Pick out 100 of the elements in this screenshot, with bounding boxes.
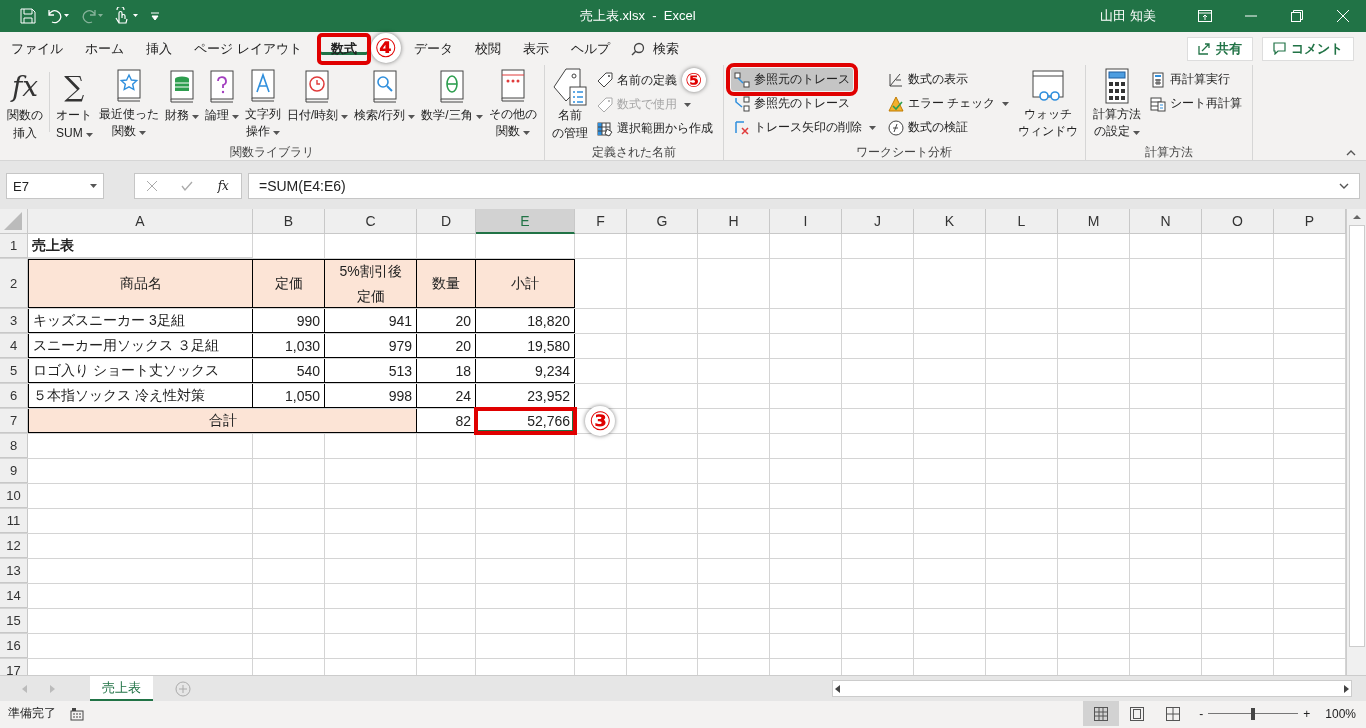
ribbon-tab[interactable]: ヘルプ <box>559 35 621 62</box>
row-header[interactable]: 14 <box>0 584 28 608</box>
touch-icon[interactable] <box>114 7 140 25</box>
table-cell: キッズスニーカー 3足組 <box>28 309 253 333</box>
undo-icon[interactable] <box>46 8 70 24</box>
button-label: ウィンドウ <box>1018 124 1079 139</box>
column-header[interactable]: K <box>914 209 986 234</box>
close-icon[interactable] <box>1337 10 1349 22</box>
customize-icon[interactable] <box>150 10 160 22</box>
comment-button[interactable]: コメント <box>1262 36 1354 61</box>
macro-record-icon[interactable] <box>70 706 84 721</box>
column-header[interactable]: O <box>1202 209 1274 234</box>
ribbon-button[interactable]: 名前 の管理 <box>548 68 591 140</box>
user-name[interactable]: 山田 知美 <box>1100 7 1156 25</box>
row-header[interactable]: 11 <box>0 509 28 533</box>
ribbon-button[interactable]: 名前の定義 <box>593 68 680 92</box>
ribbon-tab[interactable]: 数式 <box>316 32 371 65</box>
ribbon-button[interactable]: ∑ オート SUM <box>53 68 96 140</box>
restore-icon[interactable] <box>1291 10 1303 22</box>
ribbon-button[interactable]: エラー チェック <box>884 92 1013 115</box>
row-header[interactable]: 1 <box>0 234 28 258</box>
ribbon-button[interactable]: その他の 関数 <box>485 68 540 140</box>
row-header[interactable]: 7 <box>0 409 28 433</box>
ribbon-button[interactable]: 検索/行列 <box>351 68 419 140</box>
ribbon-button[interactable]: 計算方法 の設定 <box>1090 68 1145 140</box>
row-header[interactable]: 10 <box>0 484 28 508</box>
view-button[interactable] <box>1083 701 1120 726</box>
sheet-tab[interactable]: 売上表 <box>90 676 153 701</box>
column-header[interactable]: I <box>770 209 842 234</box>
row-header[interactable]: 16 <box>0 634 28 658</box>
search-label[interactable]: 検索 <box>652 39 679 58</box>
column-header[interactable]: M <box>1058 209 1130 234</box>
ribbon-button[interactable]: fx 関数の 挿入 <box>4 68 46 140</box>
row-header[interactable]: 5 <box>0 359 28 383</box>
formula-field[interactable]: =SUM(E4:E6) <box>248 173 1360 199</box>
ribbon-tab[interactable]: データ <box>402 35 464 62</box>
ribbon-tab[interactable]: ホーム <box>74 35 135 62</box>
column-header[interactable]: C <box>325 209 417 234</box>
column-header[interactable]: L <box>986 209 1058 234</box>
ribbon-button[interactable]: 数学/三角 <box>418 68 486 140</box>
insert-function-button[interactable]: fx <box>217 179 229 193</box>
row-header[interactable]: 12 <box>0 534 28 558</box>
horizontal-scrollbar[interactable] <box>832 680 1352 697</box>
ribbon-button[interactable]: トレース矢印の削除 <box>730 116 879 139</box>
ribbon-display-icon[interactable] <box>1198 10 1212 22</box>
scroll-right-icon[interactable] <box>1341 683 1351 694</box>
row-header[interactable]: 6 <box>0 384 28 408</box>
ribbon-tab[interactable]: ページ レイアウト <box>183 35 313 62</box>
column-header[interactable]: B <box>253 209 325 234</box>
row-header[interactable]: 3 <box>0 309 28 333</box>
column-header[interactable]: H <box>698 209 770 234</box>
ribbon-button[interactable]: 選択範囲から作成 <box>593 117 716 140</box>
row-header[interactable]: 8 <box>0 434 28 458</box>
ribbon-tab[interactable]: 挿入 <box>135 35 183 62</box>
ribbon-tab[interactable]: 表示 <box>511 35 560 62</box>
ribbon-button[interactable]: 日付/時刻 <box>283 68 351 140</box>
check-icon[interactable] <box>181 181 194 191</box>
ribbon-button[interactable]: 再計算実行 <box>1147 68 1234 91</box>
column-header[interactable]: N <box>1130 209 1202 234</box>
comment-icon <box>1273 42 1286 55</box>
expand-icon[interactable] <box>1339 183 1349 189</box>
column-header[interactable]: P <box>1274 209 1346 234</box>
ribbon-button[interactable]: ウォッチ ウィンドウ <box>1015 68 1082 140</box>
ribbon-button[interactable]: 最近使った 関数 <box>95 68 162 140</box>
ribbon-button[interactable]: 参照先のトレース <box>730 92 853 115</box>
column-header[interactable]: J <box>842 209 914 234</box>
row-header[interactable]: 13 <box>0 559 28 583</box>
zoom-out-button[interactable]: - <box>1199 706 1204 721</box>
zoom-level[interactable]: 100% <box>1325 706 1356 721</box>
name-box[interactable]: E7 <box>6 173 104 199</box>
row-header[interactable]: 2 <box>0 259 28 308</box>
scroll-left-icon[interactable] <box>833 683 843 694</box>
table-cell: 18,820 <box>476 309 575 333</box>
collapse-icon[interactable] <box>1346 150 1356 156</box>
ribbon-tab[interactable]: 校閲 <box>463 35 512 62</box>
ribbon-button[interactable]: シート再計算 <box>1147 92 1246 115</box>
column-header[interactable]: D <box>417 209 476 234</box>
zoom-in-button[interactable]: + <box>1303 706 1311 721</box>
row-header[interactable]: 17 <box>0 659 28 675</box>
search-icon[interactable] <box>630 41 645 56</box>
table-cell[interactable]: 52,766 <box>476 409 575 433</box>
save-icon[interactable] <box>20 8 36 24</box>
table-cell: 1,030 <box>253 334 325 358</box>
table-cell: 540 <box>253 359 325 383</box>
ribbon-button[interactable]: 数式の表示 <box>884 68 971 91</box>
scrollbar-thumb[interactable] <box>1348 225 1365 647</box>
row-header[interactable]: 4 <box>0 334 28 358</box>
share-button[interactable]: 共有 <box>1187 36 1253 61</box>
column-header[interactable]: F <box>575 209 627 234</box>
column-header[interactable]: A <box>28 209 253 234</box>
column-header[interactable]: E <box>476 209 575 234</box>
ribbon-button[interactable]: 論理 <box>201 68 242 140</box>
ribbon-button[interactable]: 数式の検証 <box>884 116 971 139</box>
row-header[interactable]: 9 <box>0 459 28 483</box>
ribbon-button[interactable]: 文字列 操作 <box>241 68 284 140</box>
column-heading: 数量 <box>432 274 460 294</box>
ribbon-tab[interactable]: ファイル <box>0 35 74 62</box>
row-header[interactable]: 15 <box>0 609 28 633</box>
ribbon-button[interactable]: 財務 <box>161 68 202 140</box>
column-header[interactable]: G <box>627 209 698 234</box>
